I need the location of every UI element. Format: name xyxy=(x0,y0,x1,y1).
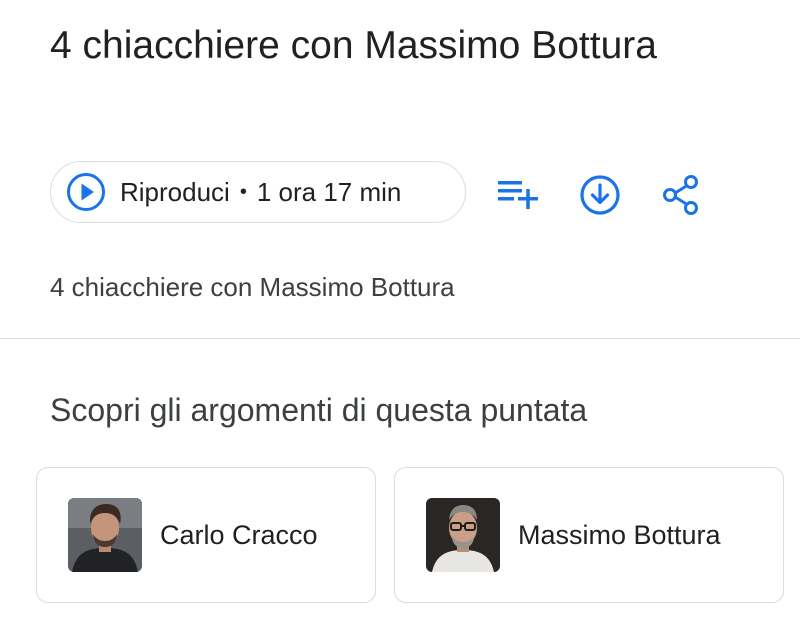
share-icon[interactable] xyxy=(660,173,704,217)
episode-duration: 1 ora 17 min xyxy=(256,176,402,207)
separator-dot: • xyxy=(239,180,247,203)
topic-card-carlo-cracco[interactable]: Carlo Cracco xyxy=(36,467,376,603)
download-icon[interactable] xyxy=(578,173,622,217)
avatar xyxy=(426,498,500,572)
play-button[interactable]: Riproduci • 1 ora 17 min xyxy=(50,161,466,223)
avatar xyxy=(68,498,142,572)
topic-name: Massimo Bottura xyxy=(518,519,721,550)
topic-name: Carlo Cracco xyxy=(160,519,318,550)
play-circle-icon xyxy=(67,173,105,211)
playlist-add-icon[interactable] xyxy=(496,175,540,211)
divider xyxy=(0,338,800,339)
play-label: Riproduci xyxy=(120,176,230,207)
topics-heading: Scopri gli argomenti di questa puntata xyxy=(50,392,588,428)
topic-card-massimo-bottura[interactable]: Massimo Bottura xyxy=(394,467,784,603)
episode-title: 4 chiacchiere con Massimo Bottura xyxy=(50,24,657,67)
episode-description: 4 chiacchiere con Massimo Bottura xyxy=(50,272,455,302)
